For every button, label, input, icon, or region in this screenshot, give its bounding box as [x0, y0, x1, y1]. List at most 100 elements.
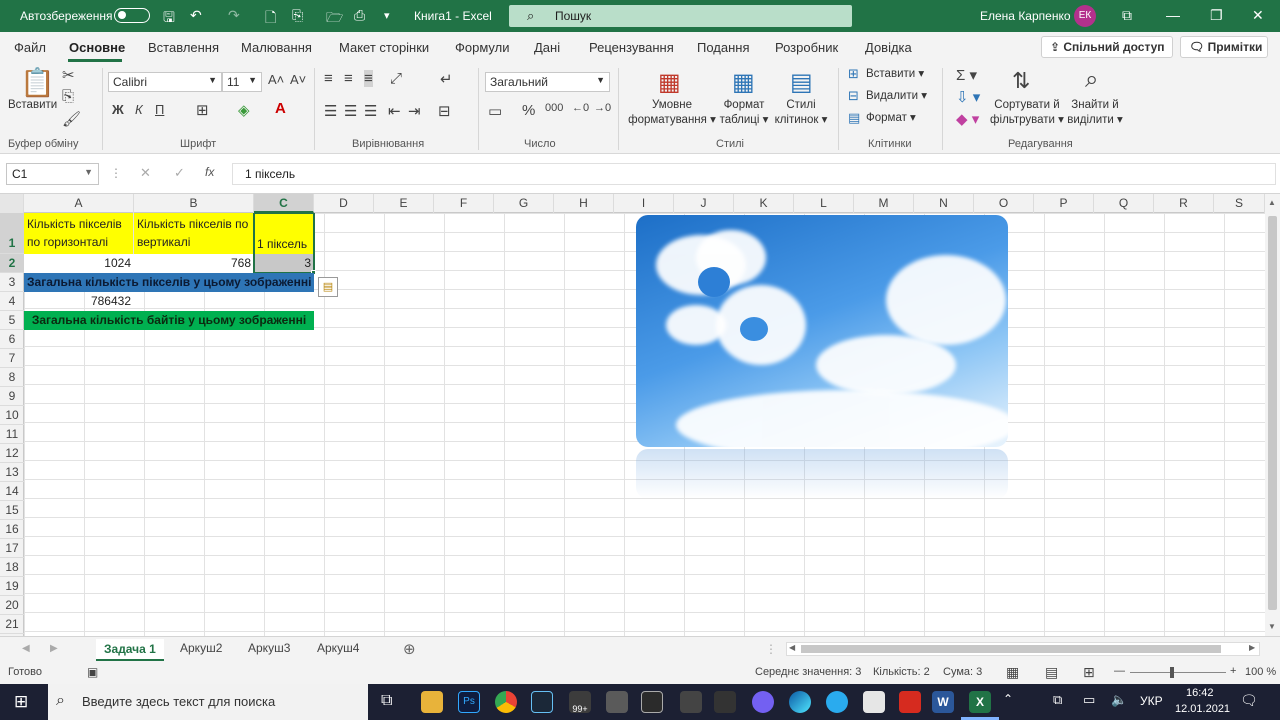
page-break-view-icon[interactable]: ⊞: [1083, 664, 1095, 681]
cell-c1[interactable]: 1 піксель: [254, 213, 314, 254]
comments-button[interactable]: 🗨 Примітки: [1180, 36, 1268, 58]
paste-icon[interactable]: 📋: [20, 66, 55, 99]
search-box[interactable]: ⌕ Пошук: [509, 5, 852, 27]
sheet-tab-1[interactable]: Задача 1: [96, 639, 164, 661]
align-top-icon[interactable]: ≡: [324, 70, 333, 87]
zoom-slider-thumb[interactable]: [1170, 667, 1174, 678]
borders-icon[interactable]: ⊞: [196, 101, 209, 119]
row-header-21[interactable]: 21: [0, 615, 24, 634]
row-header-4[interactable]: 4: [0, 292, 24, 311]
paste-label[interactable]: Вставити: [8, 98, 57, 113]
save-icon[interactable]: 🖫: [163, 7, 175, 31]
quick-analysis-icon[interactable]: ▤: [318, 277, 338, 297]
align-left-icon[interactable]: ☰: [324, 102, 337, 120]
network-icon[interactable]: ⧉: [1053, 692, 1062, 708]
zoom-in-icon[interactable]: +: [1230, 665, 1236, 677]
edge-icon[interactable]: [789, 691, 811, 713]
chevron-up-icon[interactable]: ⌃: [1003, 692, 1013, 706]
share-icon[interactable]: ⎘: [292, 7, 303, 24]
pdf-reader-icon[interactable]: [899, 691, 921, 713]
align-middle-icon[interactable]: ≡: [344, 70, 353, 87]
tab-home[interactable]: Основне: [69, 40, 125, 55]
row-header-11[interactable]: 11: [0, 425, 24, 444]
tab-formulas[interactable]: Формули: [455, 40, 510, 55]
name-box[interactable]: C1 ▼: [6, 163, 99, 185]
cell-a4[interactable]: 786432: [24, 292, 134, 311]
decrease-font-icon[interactable]: A˅: [290, 72, 306, 87]
insert-cells-icon[interactable]: ⊞: [848, 66, 859, 82]
cell-c2[interactable]: 3: [254, 254, 314, 273]
row-header-12[interactable]: 12: [0, 444, 24, 463]
cell-b2[interactable]: 768: [134, 254, 254, 273]
tab-review[interactable]: Рецензування: [589, 40, 674, 55]
language-indicator[interactable]: УКР: [1140, 694, 1163, 708]
media-icon[interactable]: [641, 691, 663, 713]
row-header-20[interactable]: 20: [0, 596, 24, 615]
column-header-c[interactable]: C: [254, 194, 314, 213]
sort-filter-button[interactable]: Сортувати й фільтрувати ▾: [988, 98, 1066, 128]
row-header-13[interactable]: 13: [0, 463, 24, 482]
bold-button[interactable]: Ж: [112, 102, 124, 117]
align-right-icon[interactable]: ☰: [364, 102, 377, 120]
tab-data[interactable]: Дані: [534, 40, 560, 55]
macro-record-icon[interactable]: ▣: [87, 665, 98, 679]
orientation-icon[interactable]: ⤢: [390, 70, 402, 87]
autosum-icon[interactable]: Σ ▾: [956, 66, 977, 84]
cell-styles-icon[interactable]: ▤: [790, 68, 813, 97]
telegram-icon[interactable]: [826, 691, 848, 713]
row-header-18[interactable]: 18: [0, 558, 24, 577]
tab-help[interactable]: Довідка: [865, 40, 912, 55]
notepad-icon[interactable]: [863, 691, 885, 713]
format-cells-icon[interactable]: ▤: [848, 110, 860, 126]
column-header-e[interactable]: E: [374, 194, 434, 213]
align-center-icon[interactable]: ☰: [344, 102, 357, 120]
scroll-up-icon[interactable]: ▲: [1268, 198, 1276, 207]
tab-insert[interactable]: Вставлення: [148, 40, 219, 55]
cut-icon[interactable]: ✂: [62, 66, 75, 84]
zoom-level[interactable]: 100 %: [1245, 666, 1276, 678]
task-view-icon[interactable]: ⧉: [381, 692, 392, 710]
column-header-g[interactable]: G: [494, 194, 554, 213]
row-header-16[interactable]: 16: [0, 520, 24, 539]
format-as-table-icon[interactable]: ▦: [732, 68, 755, 97]
increase-indent-icon[interactable]: ⇥: [408, 102, 421, 120]
inkscape-icon[interactable]: [714, 691, 736, 713]
notifications-icon[interactable]: 🗨: [1240, 692, 1258, 709]
ribbon-display-icon[interactable]: ⧉: [1122, 7, 1132, 24]
battery-icon[interactable]: ▭: [1083, 692, 1095, 708]
open-folder-icon[interactable]: 🗁: [326, 7, 343, 31]
steam-icon[interactable]: [531, 691, 553, 713]
normal-view-icon[interactable]: ▦: [1006, 664, 1019, 681]
sheet-tab-4[interactable]: Аркуш4: [317, 641, 359, 655]
tab-draw[interactable]: Малювання: [241, 40, 312, 55]
font-name-select[interactable]: Calibri ▼: [108, 72, 222, 92]
tab-developer[interactable]: Розробник: [775, 40, 838, 55]
select-all-corner[interactable]: [0, 194, 24, 213]
minimize-icon[interactable]: —: [1166, 7, 1180, 23]
fill-color-icon[interactable]: ◈: [238, 101, 250, 119]
tab-file[interactable]: Файл: [14, 40, 46, 55]
column-header-f[interactable]: F: [434, 194, 494, 213]
find-select-icon[interactable]: ⌕: [1085, 66, 1098, 94]
delete-cells-icon[interactable]: ⊟: [848, 88, 859, 104]
zoom-out-icon[interactable]: —: [1114, 665, 1125, 677]
row-header-5[interactable]: 5: [0, 311, 24, 330]
mail-badge-icon[interactable]: 99+: [569, 691, 591, 714]
column-header-q[interactable]: Q: [1094, 194, 1154, 213]
formula-input[interactable]: 1 піксель: [232, 163, 1276, 185]
clock-date[interactable]: 12.01.2021: [1175, 703, 1230, 715]
row-header-2[interactable]: 2: [0, 254, 24, 273]
copy-icon[interactable]: ⎘: [62, 88, 74, 105]
next-sheet-icon[interactable]: ▶: [50, 643, 58, 654]
horizontal-scrollbar[interactable]: ◀ ▶: [786, 642, 1260, 656]
row-header-14[interactable]: 14: [0, 482, 24, 501]
cell-a2[interactable]: 1024: [24, 254, 134, 273]
increase-font-icon[interactable]: A˄: [268, 72, 284, 87]
column-header-r[interactable]: R: [1154, 194, 1214, 213]
viber-icon[interactable]: [752, 691, 774, 713]
column-header-h[interactable]: H: [554, 194, 614, 213]
customize-qat-icon[interactable]: ▾: [384, 9, 390, 22]
user-name[interactable]: Елена Карпенко: [980, 9, 1071, 23]
scroll-thumb[interactable]: [1268, 216, 1277, 610]
new-file-icon[interactable]: 🗋: [265, 7, 276, 31]
